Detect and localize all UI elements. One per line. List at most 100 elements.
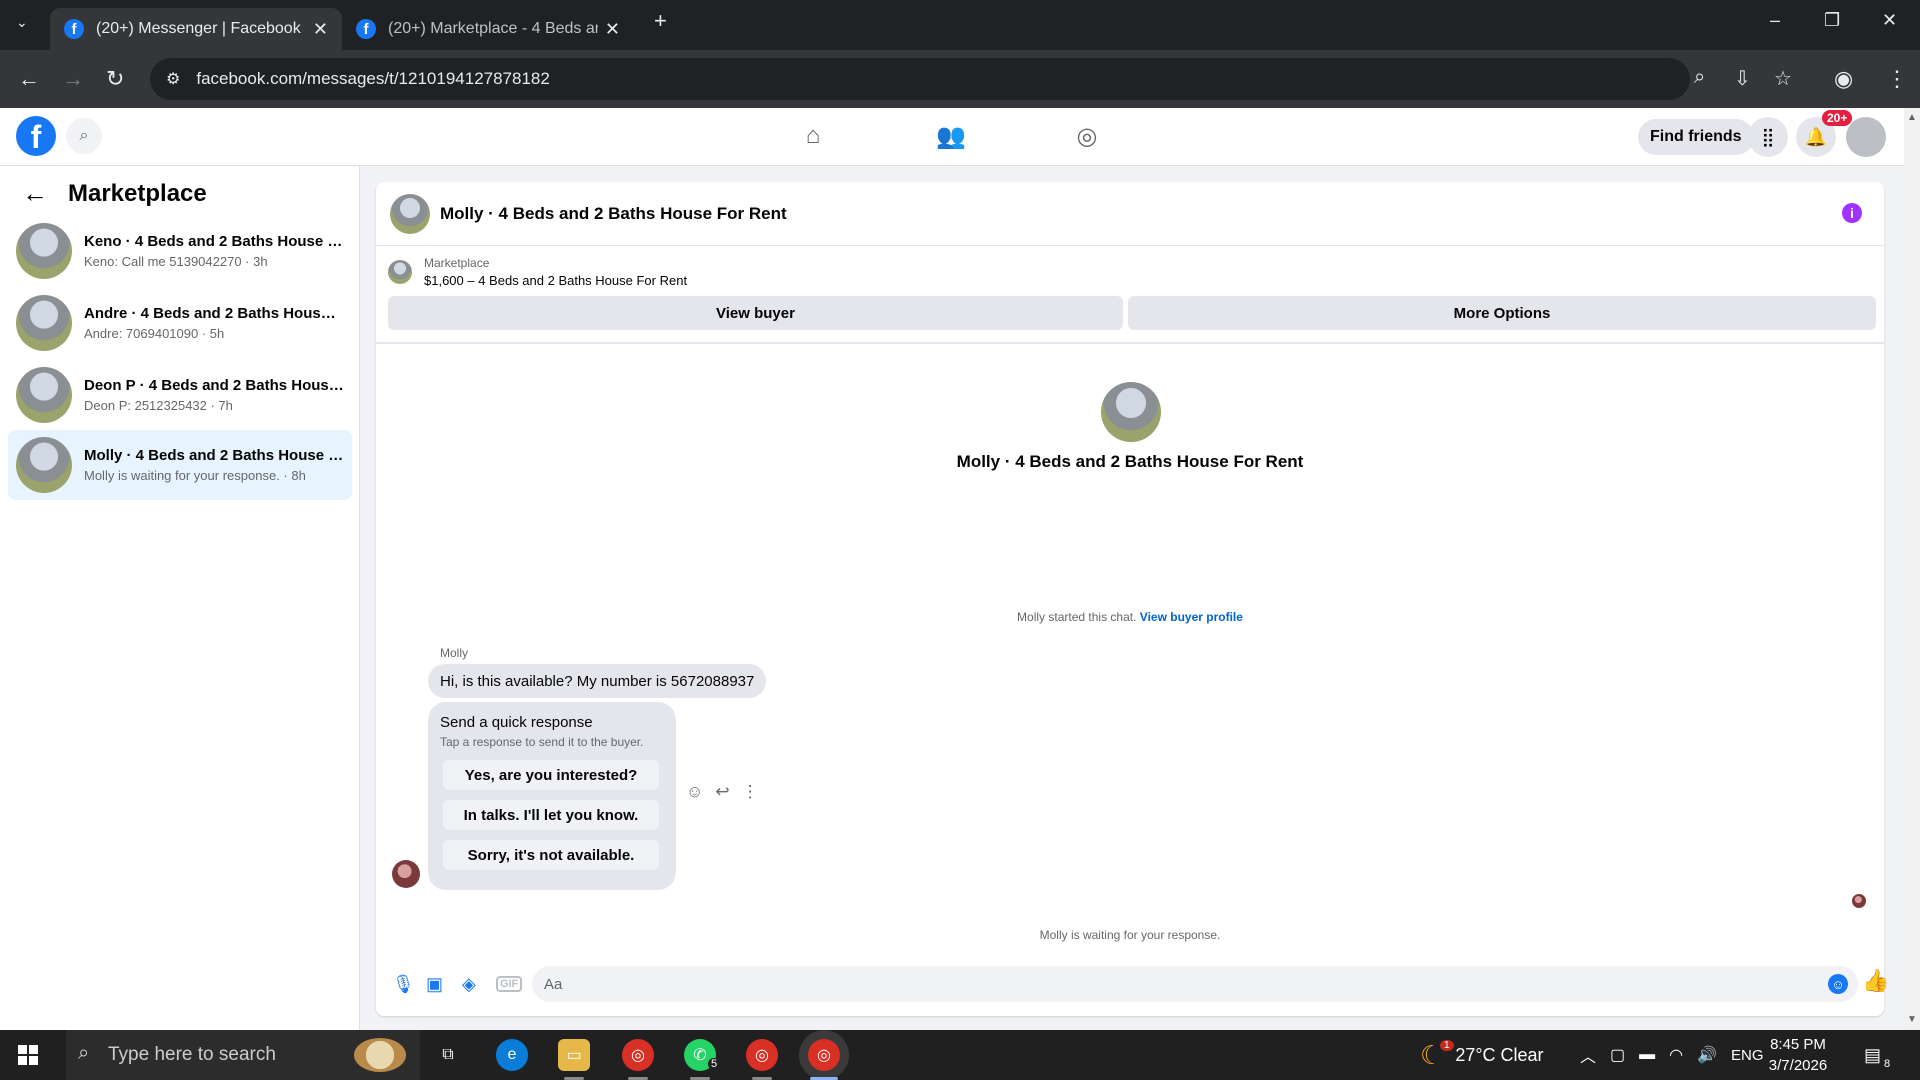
chrome-profile-a-icon[interactable]: ◎ bbox=[622, 1039, 654, 1071]
battery-icon[interactable]: ▬ bbox=[1639, 1046, 1655, 1064]
more-icon[interactable]: ⋮ bbox=[742, 782, 759, 802]
listing-small-thumbnail bbox=[388, 260, 412, 284]
photo-icon[interactable]: ▣ bbox=[426, 974, 443, 995]
zoom-icon[interactable]: ⌕ bbox=[1694, 66, 1705, 89]
site-info-icon[interactable]: ⚙ bbox=[166, 69, 180, 89]
menu-grid-icon[interactable]: ⣿ bbox=[1748, 117, 1788, 157]
reload-icon[interactable]: ↻ bbox=[106, 66, 124, 92]
scroll-down-icon[interactable]: ▼ bbox=[1907, 1014, 1917, 1025]
file-explorer-icon[interactable]: ▭ bbox=[558, 1039, 590, 1071]
close-tab-icon[interactable]: ✕ bbox=[313, 19, 328, 40]
edge-icon[interactable]: e bbox=[496, 1039, 528, 1071]
browser-toolbar: ← → ↻ ⚙ facebook.com/messages/t/12101941… bbox=[0, 50, 1920, 108]
chrome-icon[interactable]: ◎ bbox=[746, 1039, 778, 1071]
facebook-favicon-icon: f bbox=[64, 19, 84, 39]
conversation-item-keno[interactable]: Keno · 4 Beds and 2 Baths House For Rent… bbox=[8, 216, 352, 286]
browser-tab-strip: ⌄ f (20+) Messenger | Facebook ✕ f (20+)… bbox=[0, 0, 1920, 50]
listing-label: Marketplace bbox=[424, 256, 490, 270]
restore-icon[interactable]: ❐ bbox=[1824, 10, 1840, 31]
chrome-active-window-icon[interactable]: ◎ bbox=[808, 1039, 840, 1071]
close-window-icon[interactable]: ✕ bbox=[1882, 10, 1897, 31]
message-placeholder: Aa bbox=[544, 975, 563, 993]
taskbar-search[interactable]: ⌕ Type here to search bbox=[66, 1030, 420, 1080]
seen-indicator-avatar bbox=[1852, 894, 1866, 908]
conversation-item-deon[interactable]: Deon P · 4 Beds and 2 Baths House For Re… bbox=[8, 360, 352, 430]
address-bar[interactable]: ⚙ facebook.com/messages/t/12101941278781… bbox=[150, 58, 1792, 100]
reply-icon[interactable]: ↩ bbox=[715, 782, 729, 802]
profile-icon[interactable]: ◉ bbox=[1834, 66, 1853, 92]
find-friends-button[interactable]: Find friends bbox=[1638, 119, 1754, 155]
account-avatar[interactable] bbox=[1846, 117, 1886, 157]
conversation-item-molly[interactable]: Molly · 4 Beds and 2 Baths House For Ren… bbox=[8, 430, 352, 500]
info-icon[interactable]: i bbox=[1842, 203, 1862, 223]
view-buyer-profile-link[interactable]: View buyer profile bbox=[1140, 610, 1243, 624]
tab-title: (20+) Messenger | Facebook bbox=[96, 20, 301, 37]
task-view-icon[interactable]: ⧉ bbox=[432, 1039, 464, 1071]
bookmark-star-icon[interactable]: ☆ bbox=[1774, 66, 1792, 91]
conversation-name: Deon P · 4 Beds and 2 Baths House For Re… bbox=[84, 377, 344, 394]
wifi-icon[interactable]: ◠ bbox=[1669, 1045, 1683, 1065]
meet-now-icon[interactable]: ▢ bbox=[1610, 1045, 1625, 1065]
divider bbox=[376, 342, 1884, 344]
clock-time: 8:45 PM bbox=[1770, 1036, 1826, 1053]
weather-widget[interactable]: ☾ 1 27°C Clear bbox=[1420, 1030, 1544, 1080]
started-text: Molly started this chat. bbox=[1017, 610, 1137, 624]
quick-response-option[interactable]: Yes, are you interested? bbox=[443, 760, 659, 790]
weather-badge: 1 bbox=[1440, 1040, 1454, 1051]
taskbar-clock[interactable]: 8:45 PM 3/7/2026 bbox=[1752, 1034, 1844, 1076]
message-bubble[interactable]: Hi, is this available? My number is 5672… bbox=[428, 664, 767, 698]
back-icon[interactable]: ← bbox=[18, 66, 40, 92]
facebook-logo[interactable]: f bbox=[16, 116, 56, 156]
listing-thumbnail bbox=[16, 437, 72, 493]
conversation-item-andre[interactable]: Andre · 4 Beds and 2 Baths House For Ren… bbox=[8, 288, 352, 358]
react-emoji-icon[interactable]: ☺ bbox=[686, 782, 703, 802]
quick-response-option[interactable]: Sorry, it's not available. bbox=[443, 840, 659, 870]
quick-response-heading: Send a quick response bbox=[440, 714, 593, 731]
friends-icon[interactable]: 👥 bbox=[936, 122, 966, 152]
scroll-up-icon[interactable]: ▲ bbox=[1907, 112, 1917, 123]
quick-response-card: Send a quick response Tap a response to … bbox=[428, 702, 676, 890]
notification-center-icon[interactable]: ▤ bbox=[1864, 1030, 1881, 1080]
chrome-menu-icon[interactable]: ⋮ bbox=[1886, 66, 1908, 92]
whatsapp-badge: 5 bbox=[708, 1058, 721, 1070]
sticker-icon[interactable]: ◈ bbox=[462, 974, 476, 995]
listing-detail: $1,600 – 4 Beds and 2 Baths House For Re… bbox=[424, 273, 688, 288]
view-buyer-button[interactable]: View buyer bbox=[388, 296, 1123, 330]
waiting-note: Molly is waiting for your response. bbox=[1039, 928, 1221, 942]
chat-panel: Molly · 4 Beds and 2 Baths House For Ren… bbox=[376, 182, 1889, 1016]
close-tab-icon[interactable]: ✕ bbox=[605, 19, 620, 40]
minimize-icon[interactable]: – bbox=[1770, 10, 1780, 31]
listing-thumbnail bbox=[16, 295, 72, 351]
like-thumb-icon[interactable]: 👍 bbox=[1862, 968, 1889, 994]
conversation-preview: Deon P: 2512325432 · 7h bbox=[84, 398, 233, 413]
browser-tab-messenger[interactable]: f (20+) Messenger | Facebook ✕ bbox=[50, 8, 342, 50]
listing-thumbnail bbox=[16, 223, 72, 279]
system-tray: ︿ ▢ ▬ ◠ 🔊 ENG bbox=[1580, 1030, 1764, 1080]
emoji-icon[interactable]: ☺ bbox=[1828, 974, 1848, 994]
install-app-icon[interactable]: ⇩ bbox=[1734, 66, 1751, 91]
back-arrow-icon[interactable]: ← bbox=[22, 178, 48, 209]
message-input[interactable]: Aa ☺ bbox=[532, 966, 1858, 1002]
gif-icon[interactable]: GIF bbox=[496, 976, 523, 992]
microphone-icon[interactable]: 🎙 bbox=[392, 974, 415, 995]
tab-search-chevron-icon[interactable]: ⌄ bbox=[16, 14, 28, 31]
notification-center-count: 8 bbox=[1884, 1058, 1891, 1070]
chat-center-title: Molly · 4 Beds and 2 Baths House For Ren… bbox=[956, 452, 1304, 471]
show-hidden-icons-chevron-icon[interactable]: ︿ bbox=[1580, 1043, 1596, 1067]
new-tab-icon[interactable]: + bbox=[654, 8, 667, 34]
groups-icon[interactable]: ◎ bbox=[1072, 122, 1102, 152]
sender-avatar[interactable] bbox=[392, 860, 420, 888]
search-icon[interactable]: ⌕ bbox=[66, 118, 102, 154]
page-scrollbar[interactable]: ▲ ▼ bbox=[1904, 108, 1920, 1030]
chat-title[interactable]: Molly · 4 Beds and 2 Baths House For Ren… bbox=[440, 204, 787, 224]
listing-summary[interactable]: Marketplace $1,600 – 4 Beds and 2 Baths … bbox=[388, 256, 687, 288]
volume-icon[interactable]: 🔊 bbox=[1697, 1045, 1717, 1065]
quick-response-option[interactable]: In talks. I'll let you know. bbox=[443, 800, 659, 830]
forward-icon[interactable]: → bbox=[62, 66, 84, 92]
more-options-button[interactable]: More Options bbox=[1128, 296, 1876, 330]
chat-thumbnail[interactable] bbox=[390, 193, 430, 234]
browser-tab-marketplace[interactable]: f (20+) Marketplace - 4 Beds and 2 ✕ bbox=[342, 8, 634, 50]
home-icon[interactable]: ⌂ bbox=[798, 122, 828, 152]
windows-start-icon[interactable] bbox=[18, 1045, 38, 1065]
taskbar-search-placeholder: Type here to search bbox=[108, 1044, 276, 1065]
